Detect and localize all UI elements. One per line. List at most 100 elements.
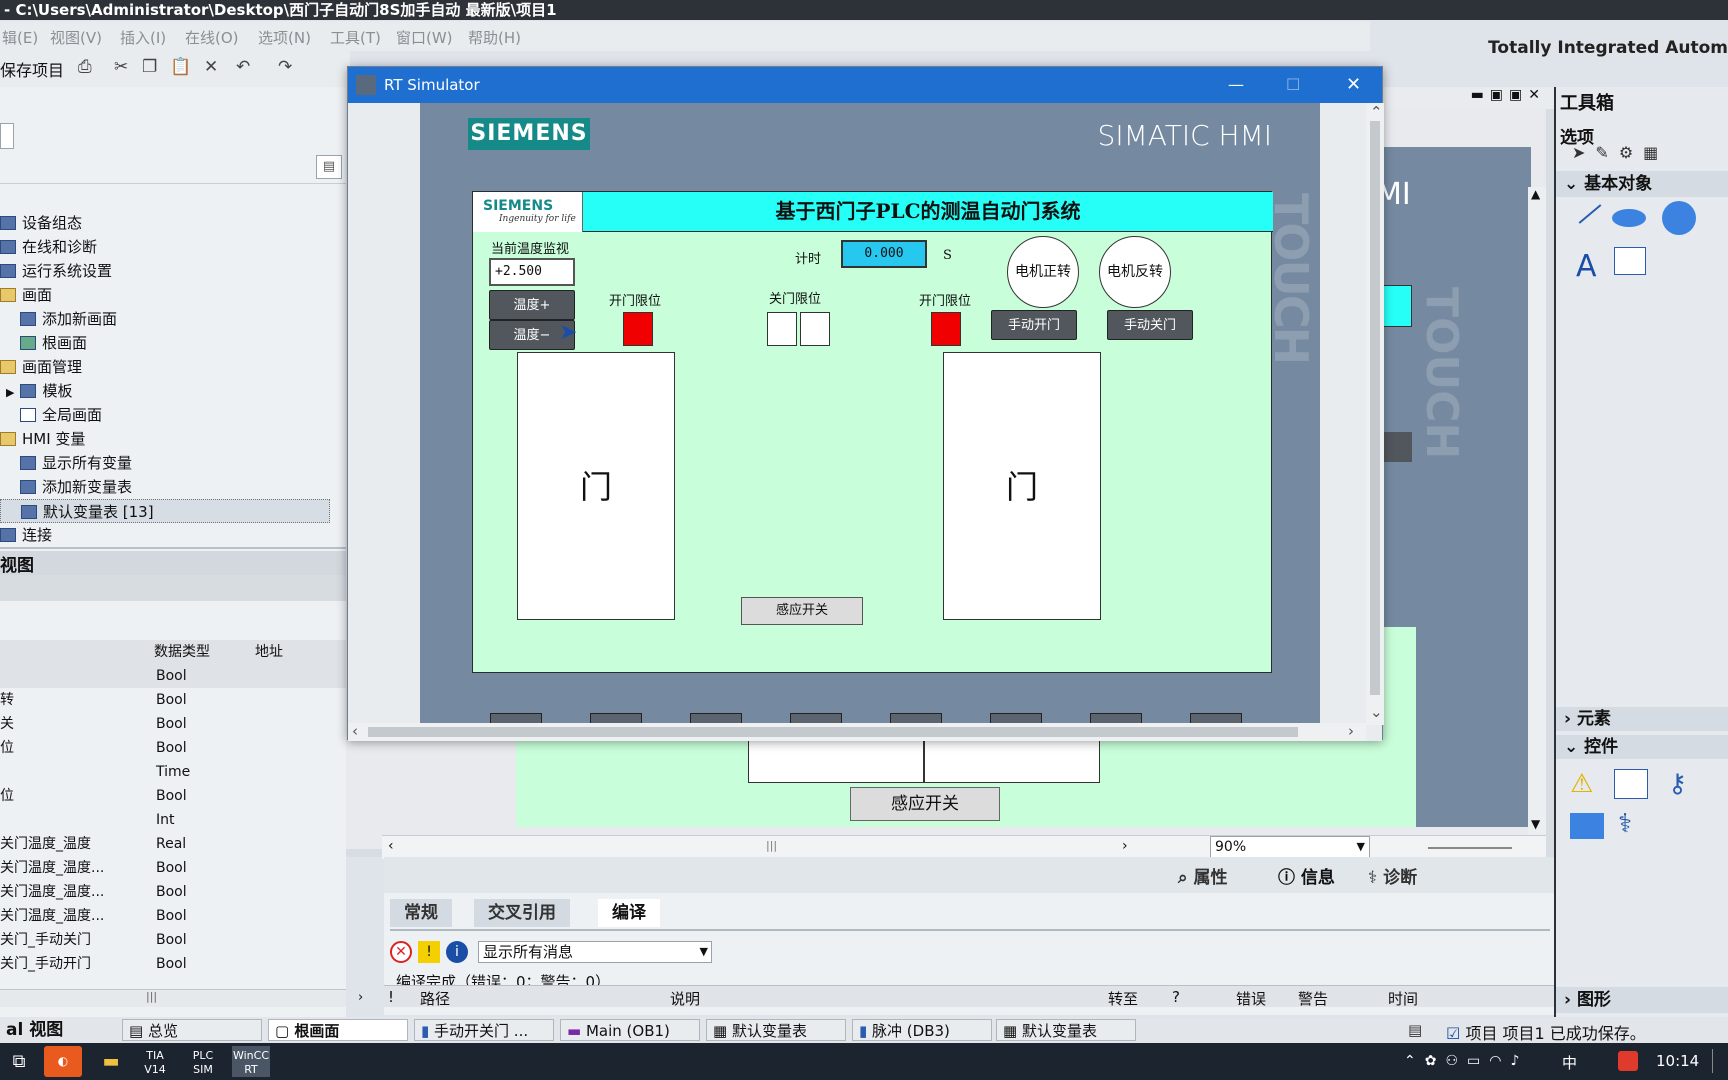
close-button[interactable]: ✕ bbox=[1346, 67, 1361, 103]
menu-help[interactable]: 帮助(H) bbox=[468, 27, 521, 48]
tab-info[interactable]: ⓘ 信息 bbox=[1278, 863, 1335, 888]
details-row[interactable]: 关门_手动关门 Bool bbox=[0, 928, 346, 952]
alarm-view-icon[interactable]: ⚠ bbox=[1570, 769, 1593, 799]
tab-default-tags-1[interactable]: ▦ 默认变量表 bbox=[706, 1019, 846, 1041]
task-view-icon[interactable]: ⧉ bbox=[0, 1046, 38, 1077]
elements-header[interactable]: › 元素 bbox=[1556, 707, 1728, 731]
maximize-button[interactable]: ☐ bbox=[1286, 67, 1300, 103]
graphics-header[interactable]: › 图形 bbox=[1556, 987, 1728, 1013]
manual-close-button[interactable]: 手动关门 bbox=[1107, 310, 1193, 340]
tab-diagnostics[interactable]: ⚕ 诊断 bbox=[1368, 863, 1417, 888]
details-row[interactable]: 关门温度_温度... Bool bbox=[0, 904, 346, 928]
editor-vscrollbar[interactable]: ▲ ▼ bbox=[1528, 187, 1546, 835]
tree-runtime-settings[interactable]: 运行系统设置 bbox=[0, 259, 112, 283]
user-view-icon[interactable]: ⚷ bbox=[1668, 769, 1687, 799]
details-row[interactable]: 位 Bool bbox=[0, 784, 346, 808]
recipe-view-icon[interactable] bbox=[1570, 813, 1604, 839]
ime-indicator[interactable]: 中 bbox=[1562, 1052, 1577, 1073]
zoom-slider[interactable] bbox=[1428, 847, 1512, 849]
tab-overview[interactable]: ▤ 总览 bbox=[122, 1019, 262, 1041]
zoom-select[interactable]: 90% ▼ bbox=[1210, 836, 1370, 858]
menu-window[interactable]: 窗口(W) bbox=[396, 27, 453, 48]
menu-view[interactable]: 视图(V) bbox=[50, 27, 102, 48]
function-key[interactable] bbox=[990, 713, 1042, 723]
save-project-button[interactable]: 保存项目 bbox=[0, 57, 64, 81]
line-tool-icon[interactable] bbox=[1578, 204, 1602, 224]
print-icon[interactable]: ⎙ bbox=[78, 57, 92, 77]
rt-vscrollbar[interactable]: ⌃ ⌄ bbox=[1366, 103, 1384, 725]
tree-tab[interactable] bbox=[0, 123, 14, 149]
paste-icon[interactable]: 📋 bbox=[170, 57, 191, 77]
tab-default-tags-2[interactable]: ▦ 默认变量表 bbox=[996, 1019, 1136, 1041]
portal-view-link[interactable]: al 视图 bbox=[0, 1019, 69, 1041]
tab-compile[interactable]: 编译 bbox=[598, 899, 660, 927]
details-row[interactable]: 关门_手动开门 Bool bbox=[0, 952, 346, 976]
file-explorer-icon[interactable]: ▬ bbox=[92, 1046, 130, 1077]
tree-root-screen[interactable]: 根画面 bbox=[20, 331, 87, 355]
menu-edit[interactable]: 辑(E) bbox=[2, 27, 38, 48]
editor-hscrollbar[interactable]: ‹ ||| › bbox=[382, 835, 1546, 859]
tree-show-all-tags[interactable]: 显示所有变量 bbox=[20, 451, 132, 475]
toolbox-tools[interactable]: ➤✎⚙▦ bbox=[1572, 143, 1668, 162]
browser-icon[interactable]: ◐ bbox=[44, 1046, 82, 1077]
tree-hmi-tags[interactable]: HMI 变量 bbox=[0, 427, 85, 451]
tree-screens[interactable]: 画面 bbox=[0, 283, 52, 307]
plcsim-icon[interactable]: PLC SIM bbox=[184, 1046, 222, 1077]
tab-pulse-db3[interactable]: ▮ 脉冲 (DB3) bbox=[852, 1019, 992, 1041]
expand-icon[interactable]: ▶ bbox=[6, 386, 14, 399]
details-hscrollbar[interactable]: ||| › bbox=[0, 989, 363, 1007]
details-view-icon[interactable]: ▤ bbox=[316, 155, 342, 179]
tree-add-screen[interactable]: 添加新画面 bbox=[20, 307, 117, 331]
tree-add-tag-table[interactable]: 添加新变量表 bbox=[20, 475, 132, 499]
system-tray-icons[interactable]: ⌃✿⚇▭◠♪ bbox=[1404, 1053, 1528, 1069]
info-filter-icon[interactable]: i bbox=[446, 941, 468, 963]
sensor-switch-button[interactable]: 感应开关 bbox=[741, 597, 863, 625]
tree-templates[interactable]: ▶ 模板 bbox=[6, 379, 72, 403]
diagnostic-view-icon[interactable]: ⚕ bbox=[1618, 809, 1632, 839]
tree-global-screen[interactable]: 全局画面 bbox=[20, 403, 102, 427]
menu-insert[interactable]: 插入(I) bbox=[120, 27, 166, 48]
details-row[interactable]: 关门温度_温度 Real bbox=[0, 832, 346, 856]
tree-online-diag[interactable]: 在线和诊断 bbox=[0, 235, 97, 259]
function-key[interactable] bbox=[790, 713, 842, 723]
show-desktop-button[interactable] bbox=[1712, 1049, 1724, 1073]
details-row[interactable]: 转 Bool bbox=[0, 688, 346, 712]
editor-window-controls[interactable]: ▬▣▣✕ bbox=[1464, 87, 1554, 109]
function-key[interactable] bbox=[1190, 713, 1242, 723]
details-row[interactable]: Time bbox=[0, 760, 346, 784]
cut-icon[interactable]: ✂ bbox=[114, 57, 128, 77]
tab-manual-door[interactable]: ▮ 手动开关门 ... bbox=[414, 1019, 554, 1041]
details-row[interactable]: 关门温度_温度... Bool bbox=[0, 880, 346, 904]
details-row[interactable]: 位 Bool bbox=[0, 736, 346, 760]
function-key[interactable] bbox=[690, 713, 742, 723]
error-filter-icon[interactable]: ✕ bbox=[390, 941, 412, 963]
basic-objects-header[interactable]: ⌄ 基本对象 bbox=[1556, 171, 1728, 197]
message-filter-select[interactable]: 显示所有消息 ▼ bbox=[478, 941, 712, 963]
copy-icon[interactable]: ❐ bbox=[142, 57, 157, 77]
sogou-icon[interactable] bbox=[1618, 1051, 1638, 1071]
tab-general[interactable]: 常规 bbox=[390, 899, 452, 927]
menu-tools[interactable]: 工具(T) bbox=[330, 27, 381, 48]
tab-properties[interactable]: ⌕ 属性 bbox=[1178, 863, 1227, 888]
function-key[interactable] bbox=[590, 713, 642, 723]
menu-online[interactable]: 在线(O) bbox=[185, 27, 239, 48]
circle-tool-icon[interactable] bbox=[1662, 201, 1696, 235]
details-row[interactable]: 关门温度_温度... Bool bbox=[0, 856, 346, 880]
function-key[interactable] bbox=[1090, 713, 1142, 723]
layout-icon[interactable]: ▤ bbox=[1408, 1021, 1422, 1039]
tia-portal-icon[interactable]: TIA V14 bbox=[136, 1046, 174, 1077]
text-tool-icon[interactable]: A bbox=[1576, 249, 1597, 284]
image-tool-icon[interactable] bbox=[1614, 247, 1646, 275]
details-row[interactable]: Int bbox=[0, 808, 346, 832]
details-row[interactable]: Bool bbox=[0, 664, 346, 688]
tab-cross-reference[interactable]: 交叉引用 bbox=[474, 899, 570, 927]
function-key[interactable] bbox=[890, 713, 942, 723]
function-key[interactable] bbox=[490, 713, 542, 723]
tree-default-tag-table[interactable]: 默认变量表 [13] bbox=[0, 499, 330, 523]
tree-device-config[interactable]: 设备组态 bbox=[0, 211, 82, 235]
temp-plus-button[interactable]: 温度+ bbox=[489, 290, 575, 320]
details-row[interactable]: 关 Bool bbox=[0, 712, 346, 736]
warning-filter-icon[interactable]: ! bbox=[418, 941, 440, 963]
tree-connections[interactable]: 连接 bbox=[0, 523, 52, 547]
ellipse-tool-icon[interactable] bbox=[1612, 209, 1646, 227]
